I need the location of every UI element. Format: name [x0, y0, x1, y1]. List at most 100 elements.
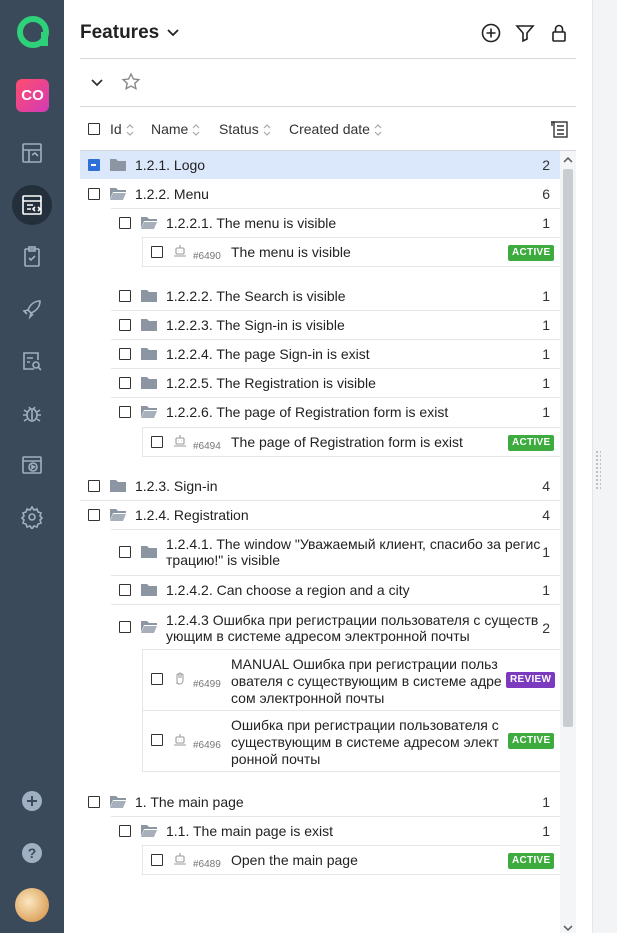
row-checkbox[interactable]: [119, 217, 131, 229]
column-id-label: Id: [110, 121, 122, 137]
filter-icon[interactable]: [514, 22, 536, 44]
row-checkbox[interactable]: [119, 546, 131, 558]
folder-open-icon: [110, 188, 126, 200]
automated-case-icon: [174, 435, 186, 447]
row-checkbox[interactable]: [119, 319, 131, 331]
folder-icon: [141, 319, 157, 331]
folder-icon: [141, 584, 157, 596]
column-name-label: Name: [151, 121, 189, 137]
row-checkbox[interactable]: [119, 825, 131, 837]
test-case-row[interactable]: #6490 The menu is visible ACTIVE: [142, 237, 560, 267]
row-checkbox[interactable]: [119, 621, 131, 633]
row-count: 1: [542, 823, 550, 839]
collapse-all-chevron-icon[interactable]: [90, 76, 104, 90]
panel-header: Features: [80, 20, 576, 50]
page-title[interactable]: Features: [80, 22, 159, 44]
app-logo-icon[interactable]: [16, 15, 50, 49]
row-checkbox[interactable]: [151, 436, 163, 448]
star-icon[interactable]: [121, 72, 141, 92]
scroll-down-icon[interactable]: [563, 923, 573, 933]
row-checkbox[interactable]: [151, 673, 163, 685]
sort-icon[interactable]: [126, 124, 134, 137]
tree-row-1[interactable]: 1. The main page 1: [80, 788, 560, 816]
column-settings-icon[interactable]: [549, 119, 569, 139]
test-case-row[interactable]: #6499 MANUAL Ошибка при регистрации поль…: [142, 649, 560, 711]
row-checkbox[interactable]: [119, 348, 131, 360]
row-count: 1: [542, 582, 550, 598]
rocket-icon[interactable]: [12, 289, 52, 329]
scrollbar-thumb[interactable]: [563, 169, 573, 727]
row-checkbox[interactable]: [151, 854, 163, 866]
row-checkbox[interactable]: [119, 406, 131, 418]
add-circle-icon[interactable]: [480, 22, 502, 44]
row-checkbox[interactable]: [119, 377, 131, 389]
test-case-row[interactable]: #6494 The page of Registration form is e…: [142, 427, 560, 457]
tree-row-1-2-2-2[interactable]: 1.2.2.2. The Search is visible 1: [111, 282, 560, 310]
column-status[interactable]: Status: [219, 121, 271, 137]
dashboard-icon[interactable]: [12, 133, 52, 173]
vertical-scrollbar[interactable]: [560, 151, 576, 933]
folder-icon: [110, 159, 126, 171]
tree-row-1-2-4-3[interactable]: 1.2.4.3 Ошибка при регистрации пользоват…: [111, 605, 560, 649]
tree-row-1-2-1[interactable]: 1.2.1. Logo 2: [80, 151, 560, 179]
row-label: 1.2.2. Menu: [135, 186, 209, 202]
tree-row-1-2-2-3[interactable]: 1.2.2.3. The Sign-in is visible 1: [111, 311, 560, 339]
row-checkbox[interactable]: [119, 290, 131, 302]
help-icon[interactable]: ?: [12, 833, 52, 873]
sort-icon[interactable]: [192, 124, 200, 137]
tree-row-1-2-4-1[interactable]: 1.2.4.1. The window "Уважаемый клиент, с…: [111, 530, 560, 574]
sort-icon[interactable]: [263, 124, 271, 137]
row-checkbox[interactable]: [88, 188, 100, 200]
chevron-down-icon[interactable]: [166, 26, 180, 40]
row-count: 1: [542, 404, 550, 420]
tree-row-1-2-2-4[interactable]: 1.2.2.4. The page Sign-in is exist 1: [111, 340, 560, 368]
row-checkbox[interactable]: [151, 734, 163, 746]
manual-hand-icon: [176, 672, 184, 685]
row-label-line1: 1.2.4.3 Ошибка при регистрации пользоват…: [166, 612, 539, 628]
test-case-row[interactable]: #6496 Ошибка при регистрации пользовател…: [142, 710, 560, 772]
svg-text:?: ?: [28, 845, 37, 861]
project-badge[interactable]: CO: [16, 79, 49, 112]
tree-row-1-2-2[interactable]: 1.2.2. Menu 6: [80, 180, 560, 208]
row-checkbox[interactable]: [88, 796, 100, 808]
column-name[interactable]: Name: [151, 121, 200, 137]
tree-row-1-2-2-5[interactable]: 1.2.2.5. The Registration is visible 1: [111, 369, 560, 397]
test-case-row[interactable]: #6489 Open the main page ACTIVE: [142, 845, 560, 875]
column-id[interactable]: Id: [110, 121, 134, 137]
row-checkbox[interactable]: [88, 480, 100, 492]
search-report-icon[interactable]: [12, 341, 52, 381]
row-label: 1.2.3. Sign-in: [135, 478, 218, 494]
tree-row-1-2-2-1[interactable]: 1.2.2.1. The menu is visible 1: [111, 209, 560, 237]
tree-row-1-2-4[interactable]: 1.2.4. Registration 4: [80, 501, 560, 529]
tree-row-1-2-3[interactable]: 1.2.3. Sign-in 4: [80, 472, 560, 500]
case-title-line1: MANUAL Ошибка при регистрации польз: [231, 656, 498, 672]
add-icon[interactable]: [12, 781, 52, 821]
test-cases-icon[interactable]: [12, 185, 52, 225]
tree-row-1-2-4-2[interactable]: 1.2.4.2. Can choose a region and a city …: [111, 576, 560, 604]
checklist-icon[interactable]: [12, 237, 52, 277]
column-created-date[interactable]: Created date: [289, 121, 382, 137]
row-label: 1.2.4. Registration: [135, 507, 249, 523]
test-run-icon[interactable]: [12, 445, 52, 485]
lock-icon[interactable]: [548, 22, 570, 44]
scroll-up-icon[interactable]: [563, 155, 573, 165]
folder-icon: [141, 290, 157, 302]
folder-open-icon: [141, 825, 157, 837]
row-label: 1.2.2.1. The menu is visible: [166, 215, 337, 231]
row-label: 1.2.4.2. Can choose a region and a city: [166, 582, 410, 598]
case-title-line2: ователя с существующим в системе адре: [231, 673, 502, 689]
row-checkbox[interactable]: [88, 509, 100, 521]
select-all-checkbox[interactable]: [88, 123, 100, 135]
column-status-label: Status: [219, 121, 259, 137]
row-checkbox[interactable]: [119, 584, 131, 596]
row-checkbox[interactable]: [151, 246, 163, 258]
tree-row-1-2-2-6[interactable]: 1.2.2.6. The page of Registration form i…: [111, 398, 560, 426]
settings-icon[interactable]: [12, 497, 52, 537]
row-label: 1.2.2.4. The page Sign-in is exist: [166, 346, 370, 362]
tree-row-1-1[interactable]: 1.1. The main page is exist 1: [111, 817, 560, 845]
user-avatar[interactable]: [15, 888, 49, 922]
sort-icon[interactable]: [374, 124, 382, 137]
row-checkbox[interactable]: [88, 159, 100, 171]
bug-icon[interactable]: [12, 393, 52, 433]
resize-handle[interactable]: [595, 450, 601, 490]
